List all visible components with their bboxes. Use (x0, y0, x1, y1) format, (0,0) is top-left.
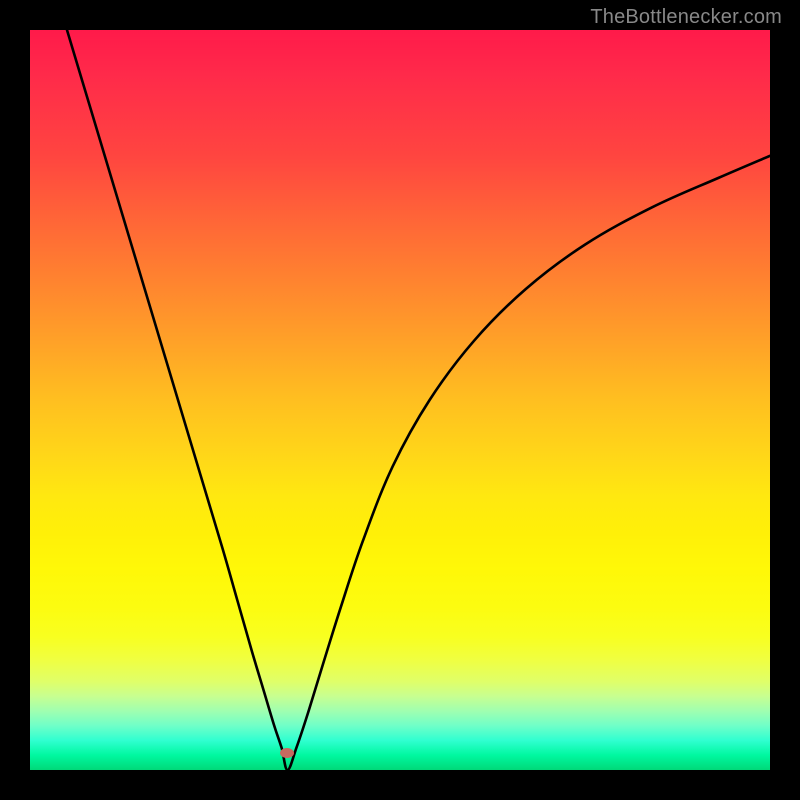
plot-area (30, 30, 770, 770)
optimum-marker (280, 748, 294, 758)
watermark-text: TheBottlenecker.com (590, 6, 782, 29)
bottleneck-curve (67, 30, 770, 770)
curve-svg (30, 30, 770, 770)
